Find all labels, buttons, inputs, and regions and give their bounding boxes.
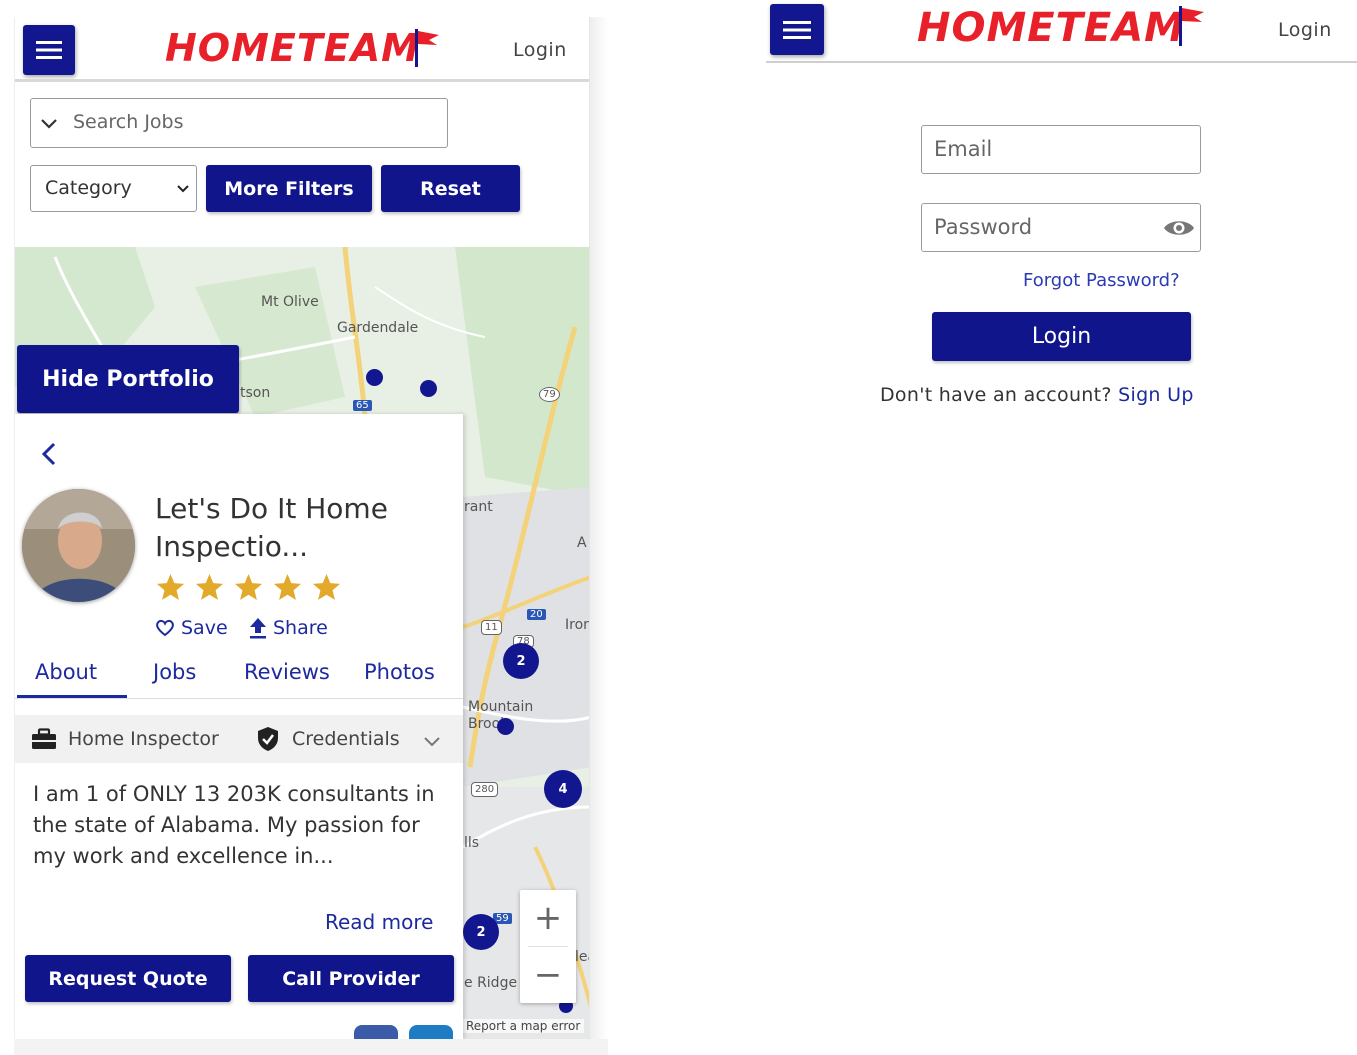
tab-photos[interactable]: Photos (364, 660, 435, 684)
zoom-controls: + − (520, 890, 576, 1003)
login-screen: HOMETEAM Login Email Password Forgot Pas… (766, 0, 1357, 1055)
flag-icon (415, 29, 439, 67)
read-more-link[interactable]: Read more (325, 910, 433, 934)
tab-jobs[interactable]: Jobs (153, 660, 196, 684)
hamburger-icon (783, 20, 811, 39)
tab-about[interactable]: About (35, 660, 97, 684)
hamburger-icon (36, 41, 62, 59)
provider-portfolio-panel: Let's Do It Home Inspectio... Save Share… (15, 414, 463, 1039)
map-marker[interactable] (366, 369, 383, 386)
header-divider (15, 79, 589, 82)
save-button[interactable]: Save (155, 617, 228, 639)
facebook-icon[interactable] (354, 1025, 398, 1039)
share-upload-icon (250, 618, 266, 639)
map-cluster[interactable]: 2 (503, 643, 539, 679)
report-map-error-link[interactable]: Report a map error (462, 1019, 585, 1033)
tab-reviews[interactable]: Reviews (244, 660, 330, 684)
hometeam-logo[interactable]: HOMETEAM (917, 5, 1204, 51)
mobile-search-screen: HOMETEAM Login Search Jobs Category More… (14, 17, 590, 1039)
more-filters-button[interactable]: More Filters (206, 165, 372, 212)
briefcase-icon (32, 728, 56, 749)
logo-text: HOMETEAM (917, 5, 1185, 51)
credentials-bar: Home Inspector Credentials (15, 715, 463, 763)
star-icon (156, 573, 185, 600)
highway-shield: 20 (527, 609, 546, 620)
map-label: Gardendale (337, 320, 419, 336)
star-icon (195, 573, 224, 600)
credentials-label: Credentials (292, 728, 400, 750)
forgot-password-link[interactable]: Forgot Password? (1023, 270, 1180, 291)
call-provider-button[interactable]: Call Provider (248, 955, 454, 1002)
heart-icon (156, 619, 174, 637)
profession-label: Home Inspector (68, 728, 219, 750)
highway-shield: 65 (353, 400, 372, 411)
share-label: Share (273, 617, 328, 639)
shield-check-icon (258, 727, 278, 751)
active-tab-indicator (17, 695, 127, 698)
map-cluster[interactable]: 2 (463, 914, 499, 950)
map-label: A (577, 535, 587, 551)
category-value: Category (45, 177, 132, 199)
star-icon (273, 573, 302, 600)
signup-prompt: Don't have an account? Sign Up (880, 384, 1194, 406)
chevron-down-icon (424, 737, 440, 747)
highway-shield: 79 (539, 387, 560, 402)
header-login-link[interactable]: Login (513, 39, 567, 61)
logo-text: HOMETEAM (165, 26, 420, 70)
provider-name: Let's Do It Home Inspectio... (155, 492, 388, 563)
search-jobs-input[interactable]: Search Jobs (30, 98, 448, 148)
eye-icon[interactable] (1163, 218, 1195, 238)
sign-up-link[interactable]: Sign Up (1118, 384, 1194, 406)
chevron-down-icon (177, 185, 189, 193)
zoom-out-button[interactable]: − (520, 947, 576, 1003)
menu-button[interactable] (770, 4, 824, 55)
map-label: tson (240, 385, 271, 401)
rating-stars (155, 572, 342, 603)
panel-shadow (590, 17, 608, 1055)
zoom-in-button[interactable]: + (520, 890, 576, 946)
map-label: Mt Olive (261, 294, 319, 310)
map-label: rant (464, 499, 493, 515)
linkedin-icon[interactable] (409, 1025, 453, 1039)
map-marker[interactable] (497, 718, 514, 735)
email-placeholder: Email (934, 137, 993, 161)
highway-shield: 280 (471, 782, 499, 797)
about-description: I am 1 of ONLY 13 203K consultants in th… (33, 782, 435, 868)
back-chevron-icon[interactable] (42, 442, 56, 466)
highway-shield: 11 (481, 620, 502, 635)
signup-prompt-text: Don't have an account? (880, 384, 1112, 406)
search-placeholder: Search Jobs (73, 111, 184, 133)
save-label: Save (181, 617, 228, 639)
map-marker[interactable] (420, 380, 437, 397)
chevron-down-icon (41, 119, 57, 129)
hide-portfolio-button[interactable]: Hide Portfolio (17, 345, 239, 413)
reset-button[interactable]: Reset (381, 165, 520, 212)
flag-icon (1179, 6, 1204, 46)
tab-divider (15, 698, 463, 699)
request-quote-button[interactable]: Request Quote (25, 955, 231, 1002)
map-label: Iror (565, 617, 589, 633)
login-submit-button[interactable]: Login (932, 312, 1191, 361)
avatar (22, 489, 135, 602)
panel-shadow (14, 1039, 608, 1055)
star-icon (312, 573, 341, 600)
map-label: e Ridge (464, 975, 518, 991)
map-cluster[interactable]: 4 (544, 770, 582, 808)
password-placeholder: Password (934, 215, 1033, 239)
share-button[interactable]: Share (249, 617, 328, 639)
map-label: lls (464, 835, 480, 851)
star-icon (234, 573, 263, 600)
header-divider (766, 61, 1357, 63)
menu-button[interactable] (23, 25, 75, 75)
map-label: lea (575, 949, 589, 965)
email-field[interactable]: Email (921, 125, 1201, 174)
hometeam-logo[interactable]: HOMETEAM (165, 26, 439, 70)
provider-photo (22, 489, 135, 602)
header-login-link[interactable]: Login (1278, 19, 1332, 41)
category-select[interactable]: Category (30, 165, 197, 212)
password-field[interactable]: Password (921, 203, 1201, 252)
